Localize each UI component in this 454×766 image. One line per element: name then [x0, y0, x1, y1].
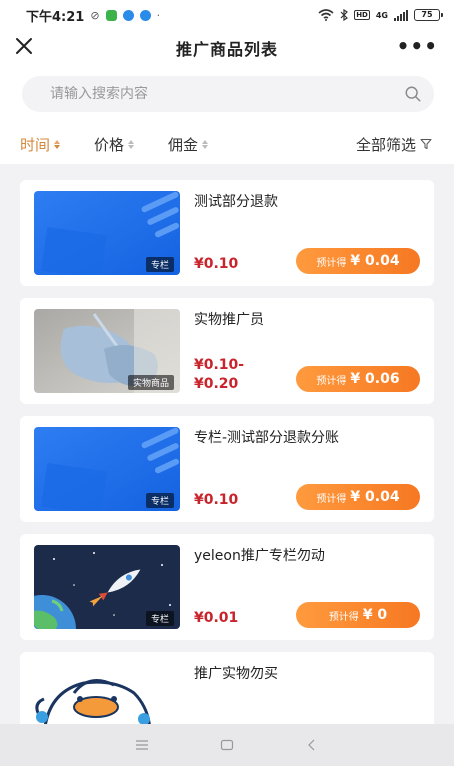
page-title: 推广商品列表: [175, 40, 278, 59]
app-notification-icon-2: [139, 9, 151, 21]
home-nav-button[interactable]: [217, 737, 237, 753]
product-type-tag: 专栏: [145, 493, 174, 508]
all-filters-label: 全部筛选: [355, 135, 416, 154]
status-left: 下午4:21 ⊘ ·: [26, 6, 160, 25]
product-card[interactable]: 专栏 专栏-测试部分退款分账 ¥0.10 预计得 ¥ 0.04: [20, 416, 434, 522]
product-price-max: ¥0.20: [194, 376, 239, 392]
sort-arrows-icon: [202, 139, 209, 149]
close-icon[interactable]: [12, 34, 36, 58]
sort-by-commission[interactable]: 佣金: [168, 134, 209, 155]
duck-illustration-image: [34, 663, 180, 724]
network-type: 4G: [375, 10, 388, 20]
earn-label: 预计得: [316, 375, 347, 387]
product-type-tag: 专栏: [145, 611, 174, 626]
search-section: [0, 66, 454, 124]
sort-by-time-label: 时间: [20, 135, 51, 154]
battery-indicator: 75: [414, 9, 443, 21]
wifi-icon: [318, 9, 334, 21]
product-card[interactable]: 推广实物勿买: [20, 652, 434, 724]
funnel-icon: [420, 139, 432, 149]
app-notification-icon: [122, 9, 134, 21]
hd-icon: HD: [354, 10, 370, 20]
product-card[interactable]: 实物商品 实物推广员 ¥0.10- ¥0.20 预计得 ¥ 0.06: [20, 298, 434, 404]
signal-icon: [394, 9, 408, 21]
status-right: HD 4G 75: [318, 9, 443, 21]
search-input[interactable]: [50, 86, 404, 102]
earn-label: 预计得: [328, 611, 359, 623]
earn-label: 预计得: [316, 257, 347, 269]
estimated-earnings-button[interactable]: 预计得 ¥ 0: [296, 602, 420, 628]
bluetooth-icon: [340, 9, 349, 21]
back-chevron-icon: [307, 739, 315, 751]
product-thumbnail: 专栏: [34, 191, 180, 275]
sort-by-time[interactable]: 时间: [20, 134, 61, 155]
back-nav-button[interactable]: [302, 737, 322, 753]
product-type-tag: 专栏: [145, 257, 174, 272]
product-price: ¥0.10: [194, 256, 239, 272]
product-thumbnail: [34, 663, 180, 724]
product-thumbnail: 实物商品: [34, 309, 180, 393]
product-thumbnail: 专栏: [34, 545, 180, 629]
status-bar: 下午4:21 ⊘ · HD 4G 75: [0, 0, 454, 30]
no-disturb-icon: ⊘: [90, 8, 100, 22]
status-time: 下午4:21: [26, 9, 85, 25]
product-price-range: ¥0.10- ¥0.20: [194, 356, 244, 394]
sort-by-price-label: 价格: [94, 135, 125, 154]
product-price-min: ¥0.10-: [194, 357, 245, 373]
product-title: yeleon推广专栏勿动: [194, 548, 325, 564]
estimated-earnings-button[interactable]: 预计得 ¥ 0.04: [296, 248, 420, 274]
earn-label: 预计得: [316, 493, 347, 505]
product-type-tag: 实物商品: [127, 375, 174, 390]
sort-arrows-icon: [128, 139, 135, 149]
product-title: 专栏-测试部分退款分账: [194, 430, 340, 446]
product-card[interactable]: 专栏 yeleon推广专栏勿动 ¥0.01 预计得 ¥ 0: [20, 534, 434, 640]
earn-amount: ¥ 0.06: [350, 371, 400, 387]
earn-amount: ¥ 0.04: [350, 253, 400, 269]
wechat-notification-icon: [105, 9, 117, 21]
earn-amount: ¥ 0.04: [350, 489, 400, 505]
more-options-button[interactable]: •••: [397, 36, 438, 56]
sort-arrows-icon: [54, 139, 61, 149]
menu-nav-button[interactable]: [132, 737, 152, 753]
search-icon[interactable]: [404, 85, 422, 103]
product-card[interactable]: 专栏 测试部分退款 ¥0.10 预计得 ¥ 0.04: [20, 180, 434, 286]
all-filters-button[interactable]: 全部筛选: [356, 134, 432, 155]
product-thumbnail: 专栏: [34, 427, 180, 511]
sort-by-price[interactable]: 价格: [94, 134, 135, 155]
product-title: 实物推广员: [194, 312, 264, 328]
sort-by-commission-label: 佣金: [168, 135, 199, 154]
product-price: ¥0.01: [194, 610, 239, 626]
product-list[interactable]: 专栏 测试部分退款 ¥0.10 预计得 ¥ 0.04 实物商品 实物推广员 ¥0…: [0, 164, 454, 724]
product-title: 测试部分退款: [194, 194, 278, 210]
menu-icon: [136, 740, 149, 750]
system-nav-bar: [0, 724, 454, 766]
nav-bar: 推广商品列表 •••: [0, 30, 454, 66]
search-box[interactable]: [22, 76, 434, 112]
filter-bar: 时间 价格 佣金 全部筛选: [0, 124, 454, 164]
estimated-earnings-button[interactable]: 预计得 ¥ 0.06: [296, 366, 420, 392]
product-title: 推广实物勿买: [194, 666, 278, 682]
estimated-earnings-button[interactable]: 预计得 ¥ 0.04: [296, 484, 420, 510]
home-square-icon: [220, 739, 234, 751]
earn-amount: ¥ 0: [362, 607, 388, 623]
more-notifications-icon: ·: [156, 8, 161, 22]
product-price: ¥0.10: [194, 492, 239, 508]
